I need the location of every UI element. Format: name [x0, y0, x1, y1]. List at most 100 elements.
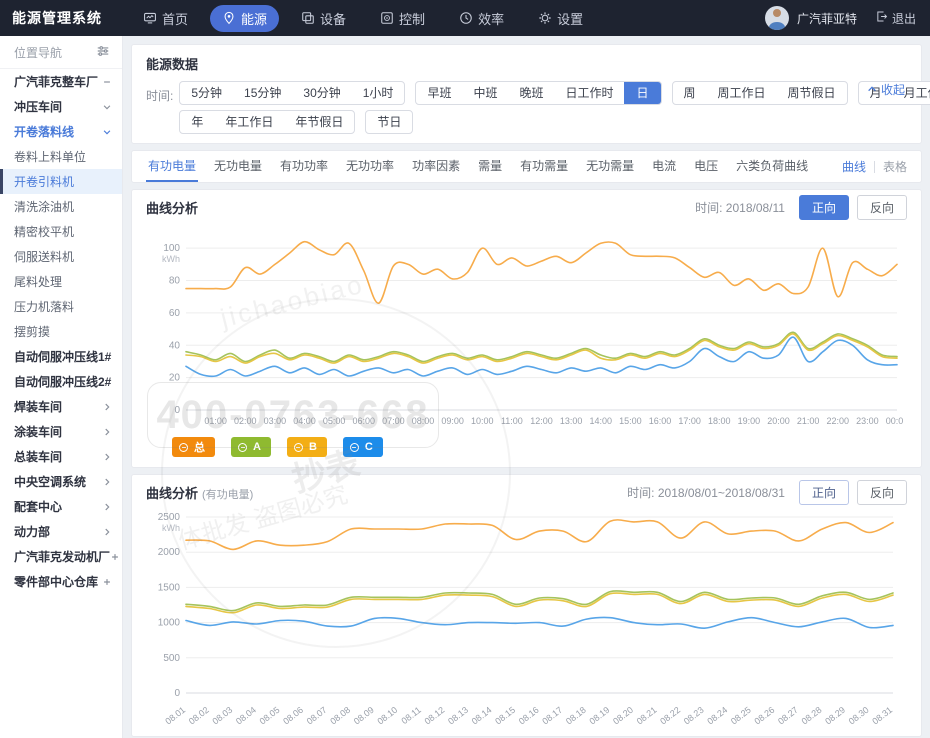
nav-item-home[interactable]: 首页: [131, 5, 200, 32]
svg-text:60: 60: [169, 308, 181, 319]
sidebar-item[interactable]: 零件部中心仓库: [0, 569, 122, 594]
chart-daily-legend: 总ABC: [132, 435, 921, 463]
sidebar-item[interactable]: 精密校平机: [0, 219, 122, 244]
sidebar-header-label: 位置导航: [14, 44, 62, 61]
filter-option[interactable]: 30分钟: [292, 82, 351, 104]
filter-button-group: 早班中班晚班日工作时日: [415, 81, 661, 105]
sidebar-item-label: 开卷落料线: [14, 123, 74, 140]
view-curve-link[interactable]: 曲线: [842, 158, 866, 175]
sidebar-item[interactable]: 广汽菲克发动机厂: [0, 544, 122, 569]
chart-daily-header: 曲线分析 时间: 2018/08/11 正向 反向: [132, 190, 921, 224]
daily-line-chart: 20406080100kWh001:0002:0003:0004:0005:00…: [146, 224, 903, 430]
svg-text:08.14: 08.14: [470, 705, 494, 727]
sidebar-item[interactable]: 自动伺服冲压线2#: [0, 369, 122, 394]
sidebar-item[interactable]: 配套中心: [0, 494, 122, 519]
chart-monthly-subtitle: (有功电量): [202, 489, 253, 501]
sidebar-item[interactable]: 压力机落料: [0, 294, 122, 319]
nav-item-label: 控制: [399, 9, 425, 28]
collapse-link[interactable]: 收起: [867, 81, 905, 98]
sidebar-item[interactable]: 涂装车间: [0, 419, 122, 444]
forward-button-monthly[interactable]: 正向: [799, 480, 849, 505]
sidebar-item[interactable]: 卷料上料单位: [0, 144, 122, 169]
filter-option[interactable]: 1小时: [352, 82, 405, 104]
tab-电压[interactable]: 电压: [692, 151, 720, 182]
filter-option[interactable]: 年节假日: [284, 111, 354, 133]
sidebar-item[interactable]: 开卷落料线: [0, 119, 122, 144]
clock-icon: [459, 11, 473, 25]
tab-无功功率[interactable]: 无功功率: [344, 151, 396, 182]
legend-item-B[interactable]: B: [287, 437, 327, 457]
sidebar-item[interactable]: 摆剪摸: [0, 319, 122, 344]
sidebar-item[interactable]: 焊装车间: [0, 394, 122, 419]
filter-option[interactable]: 晚班: [508, 82, 554, 104]
filter-option[interactable]: 年: [180, 111, 214, 133]
tab-无功需量[interactable]: 无功需量: [584, 151, 636, 182]
svg-text:08.20: 08.20: [611, 705, 635, 727]
chevron-right-icon: [102, 402, 112, 412]
svg-text:08.10: 08.10: [375, 705, 399, 727]
svg-text:04:00: 04:00: [293, 416, 316, 426]
nav-item-gear[interactable]: 设置: [526, 5, 595, 32]
filter-option[interactable]: 中班: [462, 82, 508, 104]
svg-text:08.27: 08.27: [776, 705, 800, 727]
sidebar-item[interactable]: 冲压车间: [0, 94, 122, 119]
filter-option[interactable]: 周工作日: [707, 82, 777, 104]
svg-text:00:00: 00:00: [886, 416, 903, 426]
main-nav: 首页能源设备 控制 效率设置: [131, 5, 765, 32]
device-icon: [301, 11, 315, 25]
sidebar-item-label: 自动伺服冲压线2#: [14, 373, 111, 390]
tab-无功电量[interactable]: 无功电量: [212, 151, 264, 182]
filter-icon[interactable]: [96, 44, 110, 61]
filter-option[interactable]: 日工作时: [554, 82, 624, 104]
reverse-button-monthly[interactable]: 反向: [857, 480, 907, 505]
sidebar-item[interactable]: 动力部: [0, 519, 122, 544]
sidebar-item[interactable]: 总装车间: [0, 444, 122, 469]
user-avatar[interactable]: [765, 6, 789, 30]
tab-有功功率[interactable]: 有功功率: [278, 151, 330, 182]
gear-icon: [538, 11, 552, 25]
tab-需量[interactable]: 需量: [476, 151, 504, 182]
svg-text:08.15: 08.15: [493, 705, 517, 727]
sidebar-item[interactable]: 尾料处理: [0, 269, 122, 294]
sidebar-item[interactable]: 中央空调系统: [0, 469, 122, 494]
filter-option[interactable]: 年工作日: [214, 111, 284, 133]
svg-text:08.17: 08.17: [540, 705, 564, 727]
sidebar-item-label: 广汽菲克整车厂: [14, 73, 98, 90]
sidebar-item-label: 总装车间: [14, 448, 62, 465]
reverse-button-daily[interactable]: 反向: [857, 195, 907, 220]
tab-有功需量[interactable]: 有功需量: [518, 151, 570, 182]
filter-option[interactable]: 日: [624, 81, 662, 105]
filter-option[interactable]: 15分钟: [233, 82, 292, 104]
tab-电流[interactable]: 电流: [650, 151, 678, 182]
filter-option[interactable]: 节日: [366, 111, 412, 133]
svg-text:2500: 2500: [158, 512, 181, 523]
nav-item-control[interactable]: 控制: [368, 5, 437, 32]
filter-option[interactable]: 早班: [416, 82, 462, 104]
nav-item-device[interactable]: 设备: [289, 5, 358, 32]
time-filter-label: 时间:: [146, 87, 173, 134]
legend-toggle-icon: [350, 443, 359, 452]
sidebar-item[interactable]: 自动伺服冲压线1#: [0, 344, 122, 369]
sidebar-item[interactable]: 广汽菲克整车厂: [0, 69, 122, 94]
legend-item-C[interactable]: C: [343, 437, 383, 457]
nav-item-clock[interactable]: 效率: [447, 5, 516, 32]
sidebar-item-label: 动力部: [14, 523, 50, 540]
logout-button[interactable]: 退出: [875, 10, 916, 27]
sidebar-item[interactable]: 伺服送料机: [0, 244, 122, 269]
filter-option[interactable]: 周: [673, 82, 707, 104]
sidebar-item[interactable]: 开卷引料机: [0, 169, 122, 194]
forward-button-daily[interactable]: 正向: [799, 195, 849, 220]
filter-option[interactable]: 5分钟: [180, 82, 233, 104]
filter-option[interactable]: 周节假日: [777, 82, 847, 104]
view-table-link[interactable]: 表格: [883, 158, 907, 175]
tab-六类负荷曲线[interactable]: 六类负荷曲线: [734, 151, 810, 182]
legend-item-总[interactable]: 总: [172, 437, 215, 457]
tab-功率因素[interactable]: 功率因素: [410, 151, 462, 182]
chart-card-daily: 曲线分析 时间: 2018/08/11 正向 反向 20406080100kWh…: [131, 189, 922, 468]
sidebar-item[interactable]: 清洗涂油机: [0, 194, 122, 219]
legend-item-A[interactable]: A: [231, 437, 271, 457]
user-name: 广汽菲亚特: [797, 10, 857, 27]
plus-icon: [102, 577, 112, 587]
tab-有功电量[interactable]: 有功电量: [146, 151, 198, 182]
nav-item-pin[interactable]: 能源: [210, 5, 279, 32]
